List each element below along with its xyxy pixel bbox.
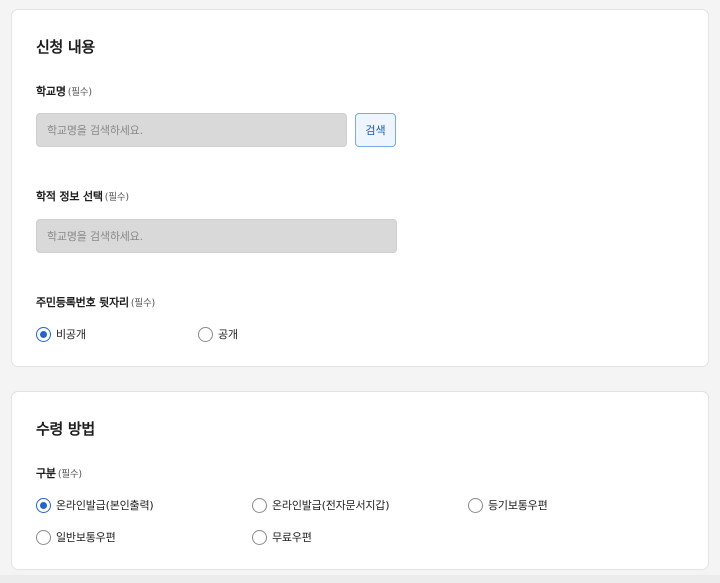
academic-info-select[interactable]: 학교명을 검색하세요.	[36, 219, 397, 253]
application-card: 신청 내용 학교명 (필수) 학교명을 검색하세요. 검색 학적 정보 선택 (필수…	[11, 9, 709, 367]
page-bottom-strip	[0, 575, 720, 583]
receipt-option-label: 일반보통우편	[56, 531, 116, 544]
rrn-required-mark: (필수)	[130, 298, 156, 309]
school-label: 학교명 (필수)	[36, 83, 92, 99]
school-search-input[interactable]: 학교명을 검색하세요.	[36, 113, 347, 147]
category-label: 구분 (필수)	[36, 465, 82, 481]
receipt-option-label: 등기보통우편	[488, 499, 548, 512]
radio-unchecked-icon[interactable]	[36, 529, 51, 545]
receipt-option-online-e-wallet[interactable]: 온라인발급(전자문서지갑)	[252, 497, 390, 513]
receipt-option-regular-mail[interactable]: 일반보통우편	[36, 529, 116, 545]
receipt-option-free-mail[interactable]: 무료우편	[252, 529, 312, 545]
radio-unchecked-icon[interactable]	[198, 326, 213, 342]
radio-checked-icon[interactable]	[36, 326, 51, 342]
rrn-label-text: 주민등록번호 뒷자리	[36, 296, 129, 309]
receipt-option-label: 무료우편	[272, 531, 312, 544]
application-section-title: 신청 내용	[36, 38, 95, 56]
school-search-button[interactable]: 검색	[355, 113, 396, 147]
school-search-placeholder: 학교명을 검색하세요.	[47, 124, 143, 137]
radio-checked-icon[interactable]	[36, 497, 51, 513]
radio-unchecked-icon[interactable]	[252, 497, 267, 513]
academic-info-required-mark: (필수)	[104, 192, 129, 203]
rrn-option-public[interactable]: 공개	[198, 326, 238, 342]
receipt-method-card: 수령 방법 구분 (필수) 온라인발급(본인출력) 온라인발급(전자문서지갑) 등…	[11, 391, 709, 570]
school-required-mark: (필수)	[67, 87, 92, 98]
receipt-option-label: 온라인발급(전자문서지갑)	[272, 499, 390, 512]
receipt-option-online-self-print[interactable]: 온라인발급(본인출력)	[36, 497, 154, 513]
rrn-option-public-label: 공개	[218, 328, 238, 341]
receipt-option-registered-mail[interactable]: 등기보통우편	[468, 497, 548, 513]
academic-info-label: 학적 정보 선택 (필수)	[36, 188, 129, 204]
category-required-mark: (필수)	[57, 469, 82, 480]
radio-unchecked-icon[interactable]	[468, 497, 483, 513]
rrn-label: 주민등록번호 뒷자리 (필수)	[36, 294, 155, 310]
rrn-option-private-label: 비공개	[56, 328, 86, 341]
receipt-section-title: 수령 방법	[36, 420, 95, 438]
academic-info-placeholder: 학교명을 검색하세요.	[47, 230, 143, 243]
school-label-text: 학교명	[36, 85, 66, 98]
rrn-option-private[interactable]: 비공개	[36, 326, 86, 342]
radio-unchecked-icon[interactable]	[252, 529, 267, 545]
category-label-text: 구분	[36, 467, 56, 480]
receipt-option-label: 온라인발급(본인출력)	[56, 499, 154, 512]
academic-info-label-text: 학적 정보 선택	[36, 190, 103, 203]
